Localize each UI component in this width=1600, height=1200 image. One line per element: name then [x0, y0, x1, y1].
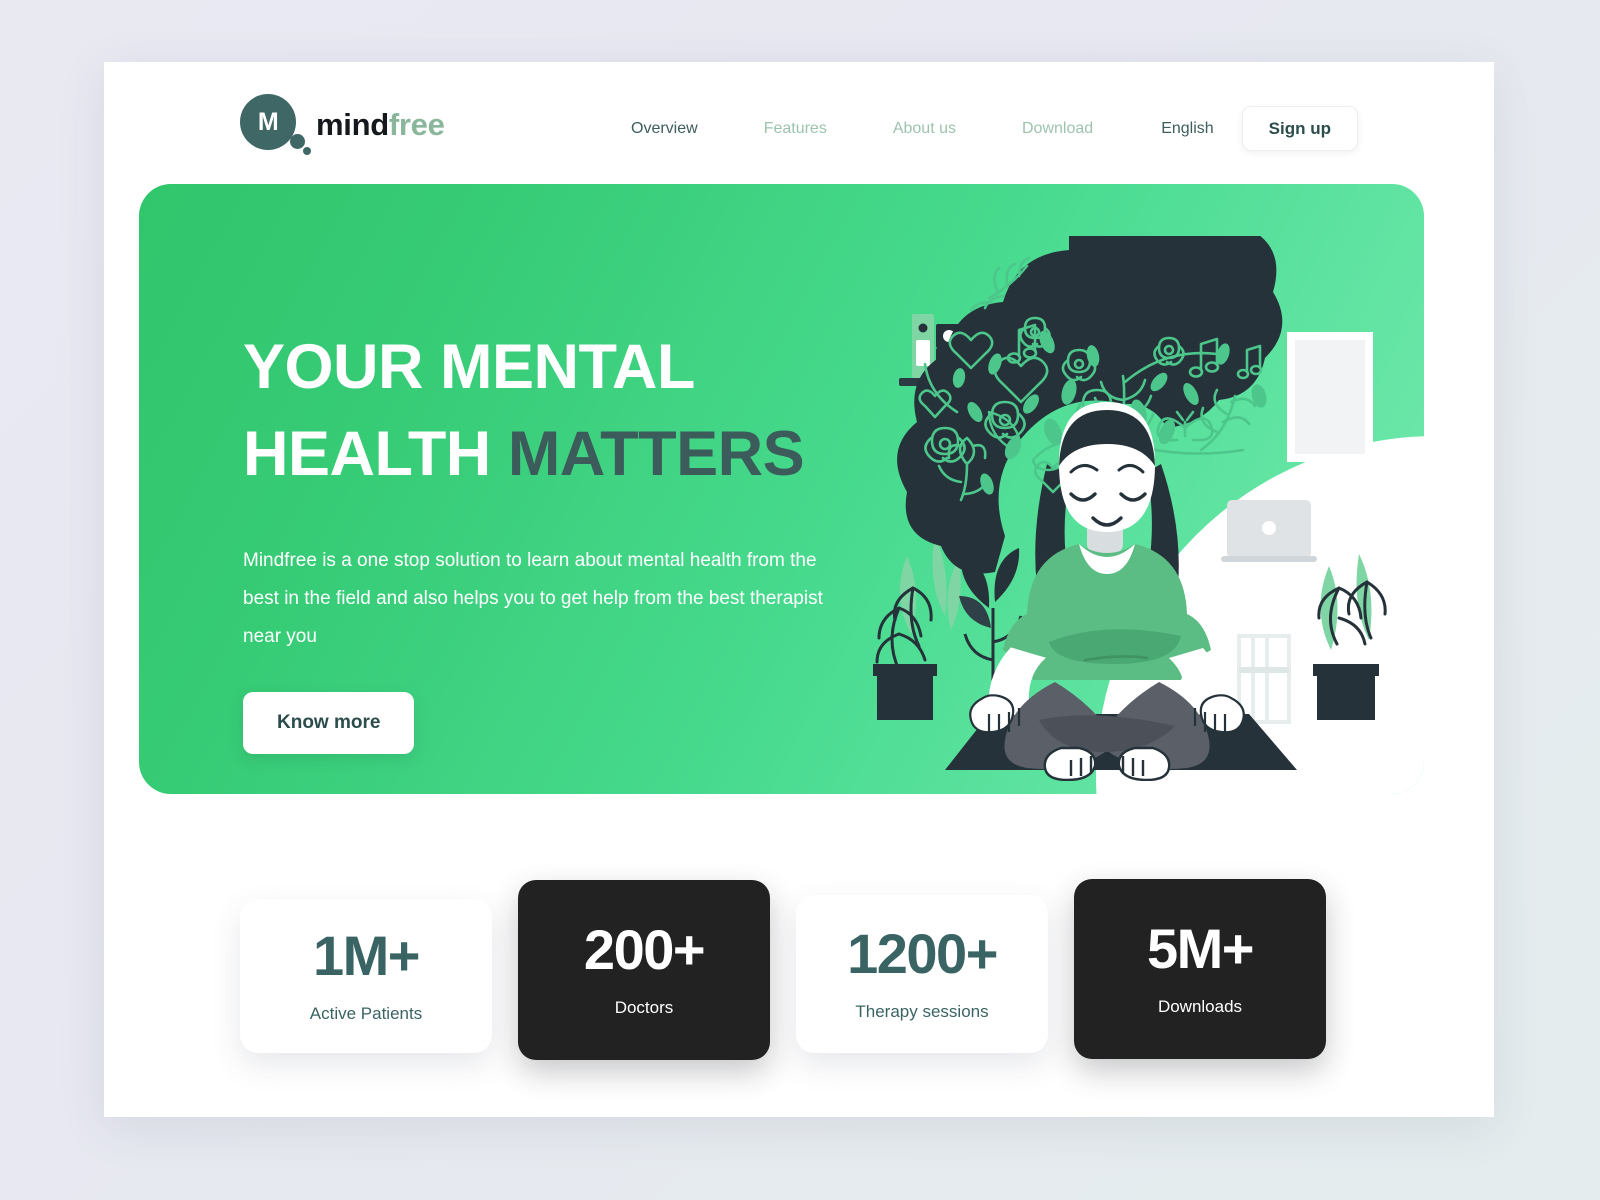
hero-section: YOUR MENTAL HEALTH MATTERS Mindfree is a…	[139, 184, 1424, 794]
stat-value: 1M+	[313, 924, 421, 987]
wall-whiteboard-icon	[1287, 332, 1373, 462]
stat-label: Downloads	[1157, 997, 1243, 1016]
hero-paragraph: Mindfree is a one stop solution to learn…	[243, 549, 823, 647]
stat-label: Active Patients	[309, 1004, 423, 1023]
hero-headline-line-2-accent: MATTERS	[507, 418, 805, 489]
stat-card-active-patients: 1M+ Active Patients	[240, 899, 492, 1053]
hero-headline-line-1: YOUR MENTAL	[243, 332, 695, 402]
chair-icon	[1237, 634, 1291, 724]
stat-label: Therapy sessions	[855, 1002, 989, 1021]
stat-value: 1200+	[847, 922, 998, 985]
hero-copy: YOUR MENTAL HEALTH MATTERS Mindfree is a…	[243, 324, 883, 754]
brand-wordmark-light: free	[388, 107, 445, 142]
language-selector[interactable]: English	[1161, 120, 1213, 138]
nav-item-about-us[interactable]: About us	[893, 112, 956, 146]
logo-dot-large-icon	[290, 134, 305, 149]
site-header: M mindfree Overview Features About us Do…	[104, 62, 1494, 184]
plant-right-icon	[1313, 554, 1387, 720]
brand-wordmark: mindfree	[316, 107, 445, 143]
nav-item-download[interactable]: Download	[1022, 112, 1093, 146]
nav-item-overview[interactable]: Overview	[631, 112, 698, 146]
header-actions: English Sign up	[1161, 106, 1358, 151]
stat-label: Doctors	[614, 998, 674, 1017]
brand-logo[interactable]: M mindfree	[240, 94, 445, 156]
page-card: M mindfree Overview Features About us Do…	[104, 62, 1494, 1117]
hero-illustration	[839, 236, 1399, 781]
hero-headline: YOUR MENTAL HEALTH MATTERS	[243, 324, 883, 498]
stat-card-therapy-sessions: 1200+ Therapy sessions	[796, 895, 1048, 1053]
sign-up-button[interactable]: Sign up	[1241, 106, 1358, 151]
logo-mark-icon: M	[240, 94, 311, 156]
laptop-icon	[1221, 500, 1317, 562]
stat-value: 5M+	[1147, 917, 1255, 980]
nav-item-features[interactable]: Features	[764, 112, 827, 146]
stat-card-downloads: 5M+ Downloads	[1074, 879, 1326, 1059]
hero-headline-line-2-white: HEALTH	[243, 418, 508, 489]
stat-card-doctors: 200+ Doctors	[518, 880, 770, 1060]
logo-dot-small-icon	[303, 147, 311, 155]
brand-wordmark-bold: mind	[316, 107, 389, 142]
main-navigation: Overview Features About us Download	[631, 112, 1093, 146]
stats-section: 1M+ Active Patients 200+ Doctors 1200+ T…	[104, 822, 1494, 1060]
know-more-button[interactable]: Know more	[243, 691, 415, 754]
logo-letter: M	[240, 94, 296, 150]
stat-value: 200+	[583, 918, 706, 981]
